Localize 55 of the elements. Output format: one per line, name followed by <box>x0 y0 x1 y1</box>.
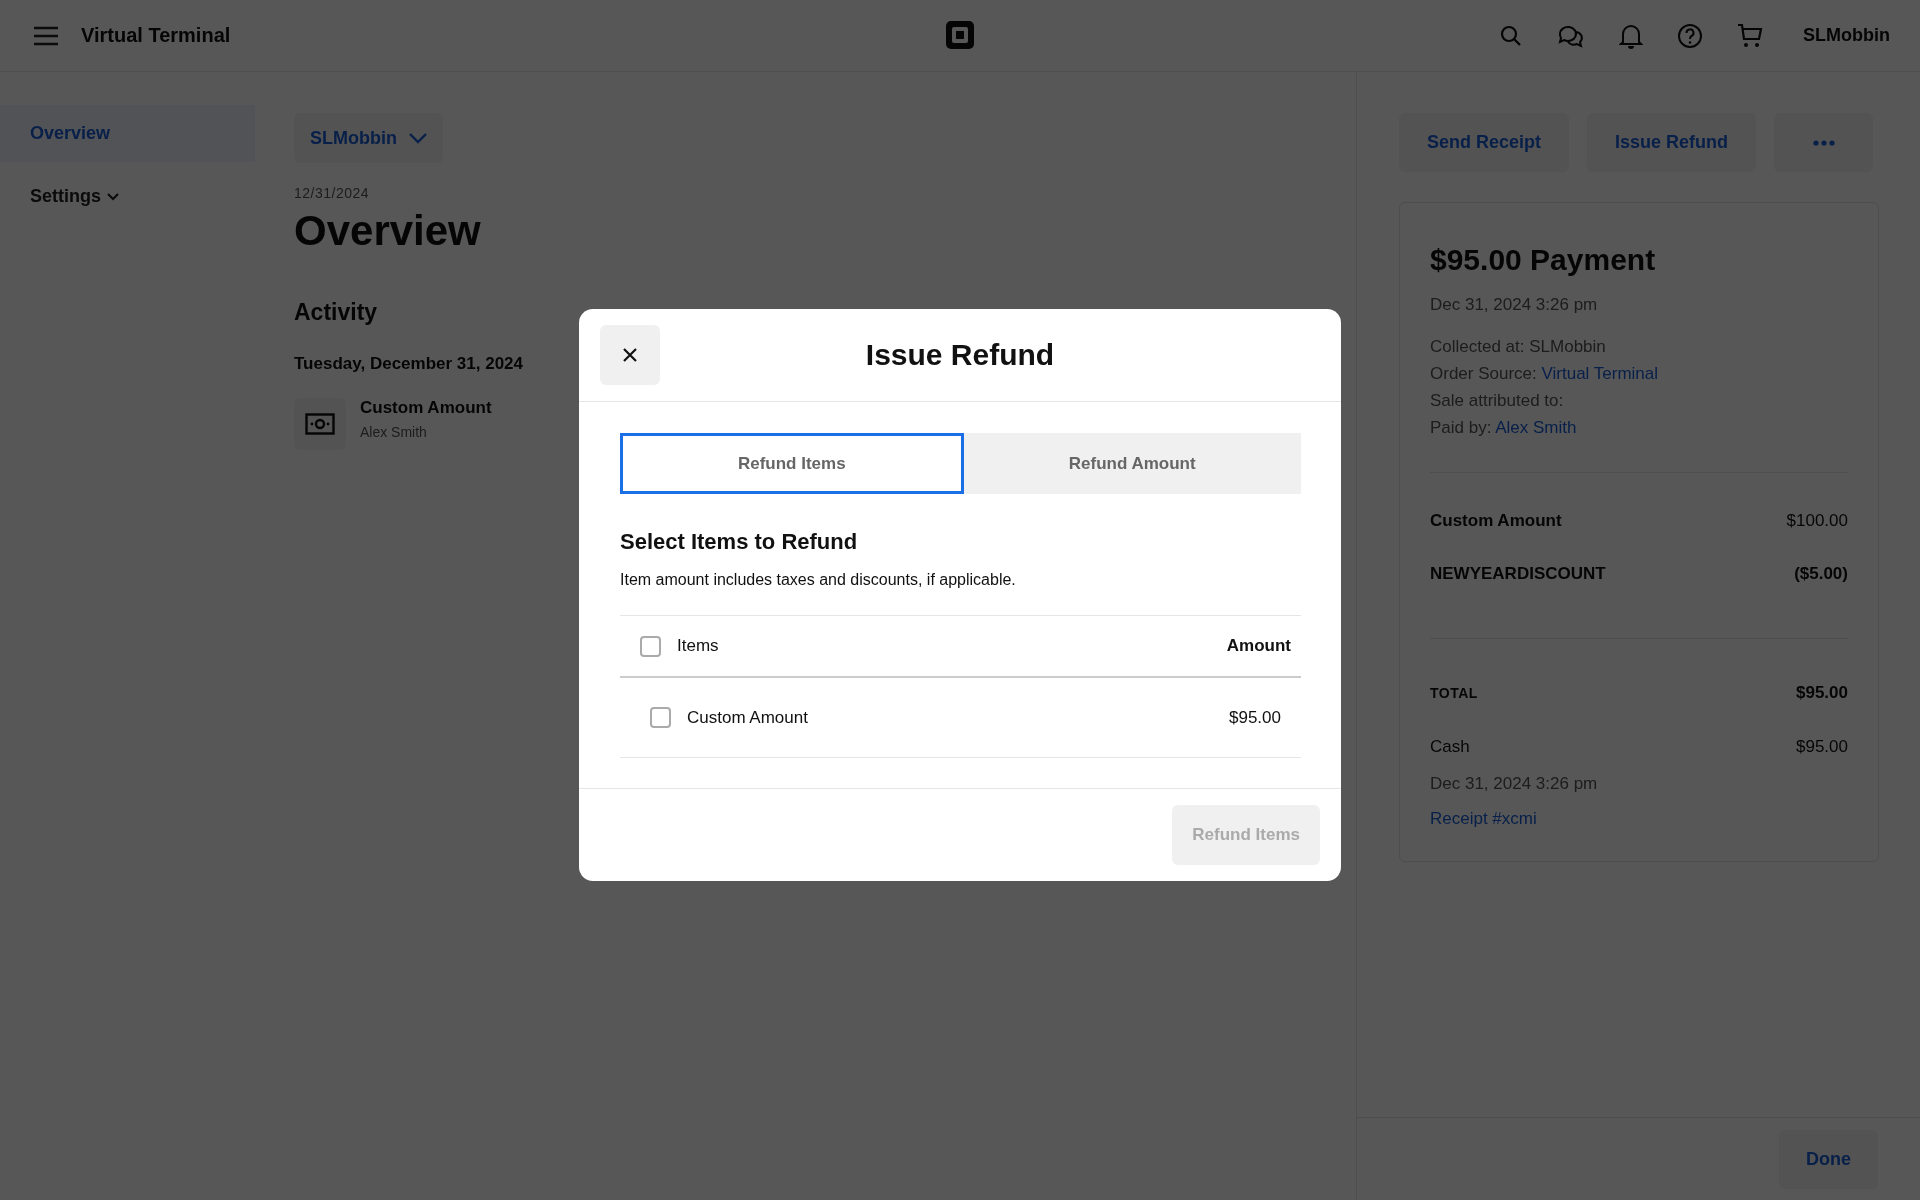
tab[interactable]: Refund Amount <box>963 433 1301 494</box>
payment-info-text: Order Source: Virtual Terminal <box>1430 364 1660 384</box>
sidebar-item[interactable]: Overview <box>0 105 255 162</box>
select-all-checkbox[interactable] <box>640 635 661 657</box>
column-header: Items <box>677 636 719 656</box>
line-item-amount: ($5.00) <box>1794 564 1848 584</box>
action-button[interactable]: Send Receipt <box>1399 113 1570 172</box>
notification-bell-icon[interactable] <box>1619 22 1643 49</box>
receipt-link[interactable]: Receipt #xcmi <box>1430 809 1537 829</box>
line-item-amount: $100.00 <box>1786 511 1848 531</box>
tab[interactable]: Refund Items <box>620 433 964 494</box>
location-dropdown[interactable]: SLMobbin <box>294 113 443 163</box>
help-icon[interactable] <box>1677 22 1703 49</box>
app-title: Virtual Terminal <box>81 24 231 47</box>
action-button[interactable]: Issue Refund <box>1587 113 1757 172</box>
cart-icon[interactable] <box>1737 22 1763 49</box>
done-button[interactable]: Done <box>1779 1129 1878 1189</box>
tender-amount: $95.00 <box>1796 737 1848 757</box>
section-heading: Select Items to Refund <box>620 529 859 555</box>
link[interactable]: Virtual Terminal <box>1541 364 1659 383</box>
ellipsis-icon <box>1812 139 1835 146</box>
column-header: Amount <box>1226 636 1291 656</box>
line-item-name: Custom Amount <box>1430 511 1562 531</box>
payment-info-text: Collected at: SLMobbin <box>1430 337 1607 357</box>
payment-date: Dec 31, 2024 3:26 pm <box>1430 295 1599 315</box>
payment-title: $95.00 Payment <box>1430 243 1657 277</box>
search-icon[interactable] <box>1499 23 1523 48</box>
account-name[interactable]: SLMobbin <box>1803 25 1890 46</box>
page-heading: Overview <box>294 207 481 255</box>
description-text: Item amount includes taxes and discounts, if applicable. <box>620 571 1017 589</box>
activity-customer: Alex Smith <box>360 424 428 440</box>
chevron-down-icon <box>107 192 119 201</box>
total-label: TOTAL <box>1430 685 1478 701</box>
menu-icon[interactable] <box>33 25 59 46</box>
link[interactable]: Alex Smith <box>1495 418 1577 437</box>
table-cell: $95.00 <box>1229 707 1281 728</box>
day-heading: Tuesday, December 31, 2024 <box>294 354 523 374</box>
line-item-name: NEWYEARDISCOUNT <box>1430 564 1606 584</box>
sidebar-item[interactable]: Settings <box>0 168 255 225</box>
payment-info-text: Sale attributed to: <box>1430 391 1565 411</box>
section-heading: Activity <box>294 299 378 326</box>
close-icon <box>622 347 638 363</box>
table-cell: Custom Amount <box>687 707 808 728</box>
activity-item[interactable]: Custom Amount Alex Smith <box>294 398 492 450</box>
row-checkbox[interactable] <box>650 707 671 728</box>
tender-type: Cash <box>1430 737 1470 757</box>
date-label: 12/31/2024 <box>294 185 370 201</box>
activity-title: Custom Amount <box>360 398 492 418</box>
tender-date: Dec 31, 2024 3:26 pm <box>1430 774 1599 794</box>
cash-icon <box>294 398 346 450</box>
dialog-title: Issue Refund <box>865 338 1055 372</box>
payment-info-text: Paid by: Alex Smith <box>1430 418 1578 438</box>
square-logo-icon[interactable] <box>944 19 976 51</box>
chevron-down-icon <box>409 132 427 144</box>
total-amount: $95.00 <box>1796 683 1848 703</box>
